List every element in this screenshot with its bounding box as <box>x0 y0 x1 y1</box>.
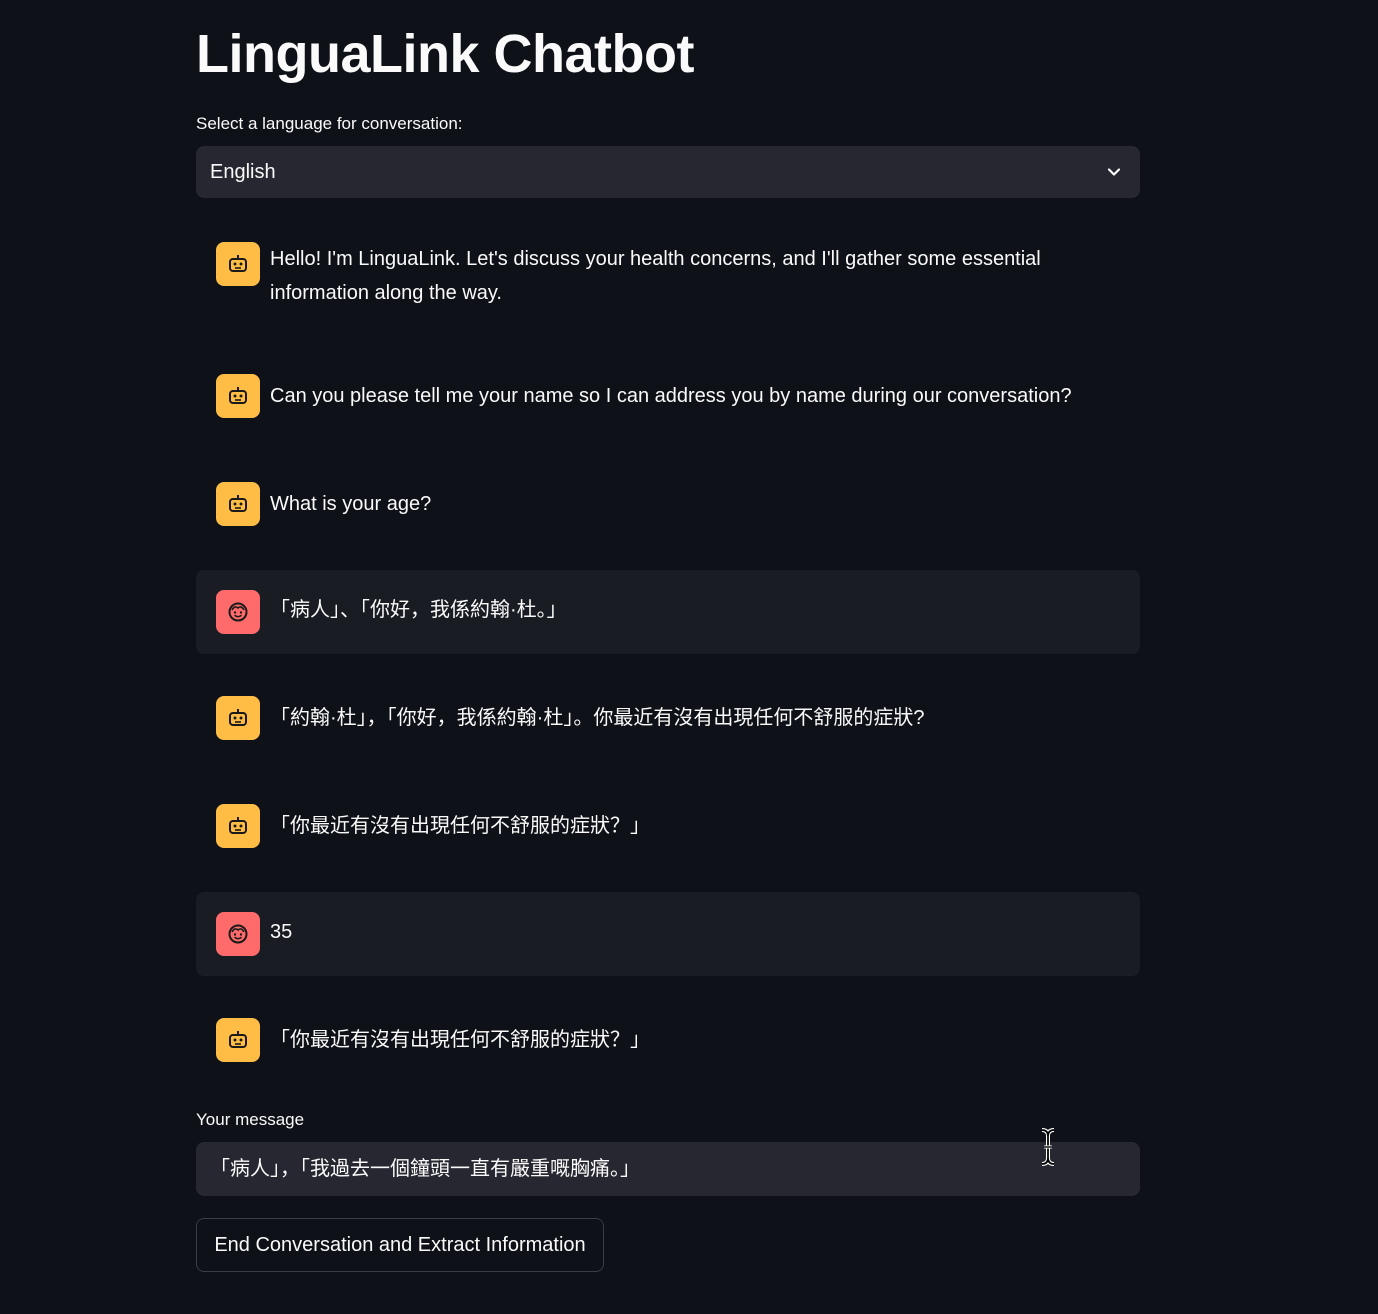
chat-message-assistant: Can you please tell me your name so I ca… <box>196 354 1140 440</box>
bot-avatar <box>216 804 260 848</box>
end-conversation-button[interactable]: End Conversation and Extract Information <box>196 1218 604 1272</box>
message-text: 「你最近有沒有出現任何不舒服的症狀？」 <box>270 1029 650 1051</box>
language-select-label: Select a language for conversation: <box>196 114 463 133</box>
user-avatar <box>216 590 260 634</box>
message-text: 「病人」、「你好，我係約翰·杜。」 <box>270 599 567 621</box>
chat-message-assistant: What is your age? <box>196 462 1140 548</box>
language-select-value: English <box>210 161 276 183</box>
message-input-label: Your message <box>196 1110 305 1129</box>
chat-message-user: 35 <box>196 892 1140 976</box>
smiling-face-icon <box>228 924 248 944</box>
chevron-down-icon <box>1107 168 1121 176</box>
chat-message-assistant: 「你最近有沒有出現任何不舒服的症狀？」 <box>196 998 1140 1084</box>
chat-message-assistant: 「約翰·杜」，「你好，我係約翰·杜」。你最近有沒有出現任何不舒服的症狀? <box>196 676 1140 762</box>
robot-face-icon <box>229 387 247 404</box>
chat-message-user: 「病人」、「你好，我係約翰·杜。」 <box>196 570 1140 654</box>
language-select[interactable]: English <box>196 146 1140 198</box>
robot-face-icon <box>229 255 247 272</box>
chat-message-assistant: 「你最近有沒有出現任何不舒服的症狀？」 <box>196 784 1140 870</box>
user-avatar <box>216 912 260 956</box>
message-text: Hello! I'm LinguaLink. Let's discuss you… <box>270 248 1041 304</box>
page-title: LinguaLink Chatbot <box>196 24 694 84</box>
robot-face-icon <box>229 817 247 834</box>
robot-face-icon <box>229 495 247 512</box>
robot-face-icon <box>229 1031 247 1048</box>
message-input-value: 「病人」，「我過去一個鐘頭一直有嚴重嘅胸痛。」 <box>210 1158 640 1180</box>
bot-avatar <box>216 374 260 418</box>
text-cursor-icon <box>1041 1128 1055 1166</box>
bot-avatar <box>216 1018 260 1062</box>
robot-face-icon <box>229 709 247 726</box>
bot-avatar <box>216 696 260 740</box>
message-text: 「約翰·杜」，「你好，我係約翰·杜」。你最近有沒有出現任何不舒服的症狀? <box>270 707 925 729</box>
message-input[interactable]: 「病人」，「我過去一個鐘頭一直有嚴重嘅胸痛。」 <box>196 1142 1140 1196</box>
smiling-face-icon <box>228 602 248 622</box>
bot-avatar <box>216 242 260 286</box>
message-text: Can you please tell me your name so I ca… <box>270 385 1072 407</box>
message-text: What is your age? <box>270 493 432 515</box>
bot-avatar <box>216 482 260 526</box>
message-text: 35 <box>270 921 293 943</box>
chat-message-assistant: Hello! I'm LinguaLink. Let's discuss you… <box>196 226 1140 330</box>
message-text: 「你最近有沒有出現任何不舒服的症狀？」 <box>270 815 650 837</box>
